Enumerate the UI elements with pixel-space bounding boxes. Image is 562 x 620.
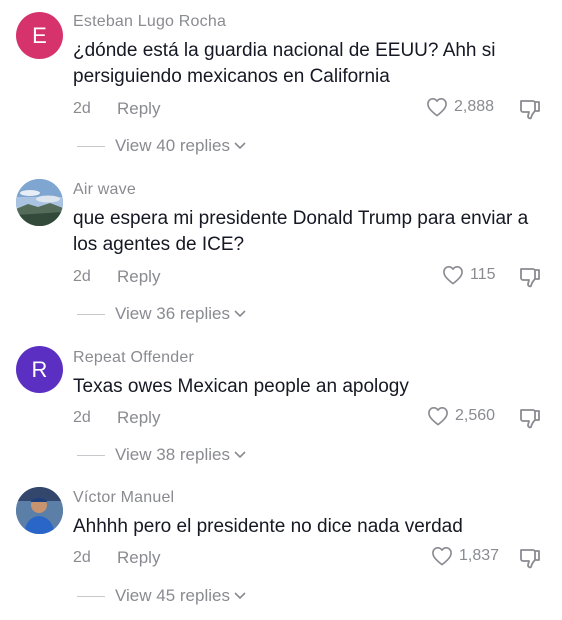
view-replies-button[interactable]: View 45 replies (77, 586, 246, 606)
avatar-letter: R (31, 356, 48, 382)
view-replies-label: View 38 replies (115, 445, 230, 464)
comment-time: 2d (73, 268, 91, 285)
landscape-avatar-icon (16, 179, 63, 226)
heart-icon (443, 266, 463, 285)
comment-time: 2d (73, 409, 91, 426)
dislike-icon[interactable] (518, 546, 542, 570)
like-button[interactable]: 115 (442, 265, 496, 285)
comment-text: ¿dónde está la guardia nacional de EEUU?… (73, 40, 496, 87)
comment-item: Víctor Manuel Ahhhh pero el presidente n… (0, 475, 562, 620)
divider-line (77, 313, 105, 315)
like-count: 1,837 (459, 547, 500, 564)
view-replies-label: View 40 replies (115, 136, 230, 155)
dislike-icon[interactable] (518, 406, 542, 430)
view-replies-button[interactable]: View 36 replies (77, 304, 246, 324)
like-count: 115 (470, 266, 496, 283)
avatar[interactable]: E (16, 12, 63, 59)
username[interactable]: Esteban Lugo Rocha (73, 13, 226, 31)
chevron-down-icon (234, 142, 246, 150)
username[interactable]: Víctor Manuel (73, 489, 174, 507)
like-button[interactable]: 2,560 (427, 406, 495, 426)
view-replies-button[interactable]: View 38 replies (77, 445, 246, 465)
reply-button[interactable]: Reply (117, 267, 160, 287)
avatar[interactable]: R (16, 346, 63, 393)
like-count: 2,888 (454, 98, 495, 115)
view-replies-label: View 45 replies (115, 586, 230, 605)
avatar-letter: E (32, 22, 47, 48)
avatar[interactable] (16, 179, 63, 226)
dislike-icon[interactable] (518, 97, 542, 121)
comment-text: Ahhhh pero el presidente no dice nada ve… (73, 516, 463, 537)
divider-line (77, 145, 105, 147)
heart-icon (428, 407, 448, 426)
chevron-down-icon (234, 310, 246, 318)
like-count: 2,560 (455, 407, 496, 424)
reply-button[interactable]: Reply (117, 408, 160, 428)
comment-time: 2d (73, 100, 91, 117)
heart-icon (427, 98, 447, 117)
view-replies-button[interactable]: View 40 replies (77, 136, 246, 156)
reply-button[interactable]: Reply (117, 548, 160, 568)
chevron-down-icon (234, 451, 246, 459)
comment-item: Air wave que espera mi presidente Donald… (0, 165, 562, 335)
reply-button[interactable]: Reply (117, 99, 160, 119)
username[interactable]: Air wave (73, 181, 136, 199)
divider-line (77, 595, 105, 597)
like-button[interactable]: 1,837 (431, 546, 499, 566)
heart-icon (432, 547, 452, 566)
view-replies-label: View 36 replies (115, 304, 230, 323)
chevron-down-icon (234, 592, 246, 600)
person-photo-avatar-icon (16, 487, 63, 534)
comment-item: E Esteban Lugo Rocha ¿dónde está la guar… (0, 0, 562, 165)
comment-text: que espera mi presidente Donald Trump pa… (73, 208, 529, 255)
divider-line (77, 454, 105, 456)
comment-time: 2d (73, 549, 91, 566)
comment-text: Texas owes Mexican people an apology (73, 376, 409, 397)
like-button[interactable]: 2,888 (426, 97, 494, 117)
username[interactable]: Repeat Offender (73, 349, 194, 367)
avatar[interactable] (16, 487, 63, 534)
dislike-icon[interactable] (518, 265, 542, 289)
comment-item: R Repeat Offender Texas owes Mexican peo… (0, 335, 562, 475)
